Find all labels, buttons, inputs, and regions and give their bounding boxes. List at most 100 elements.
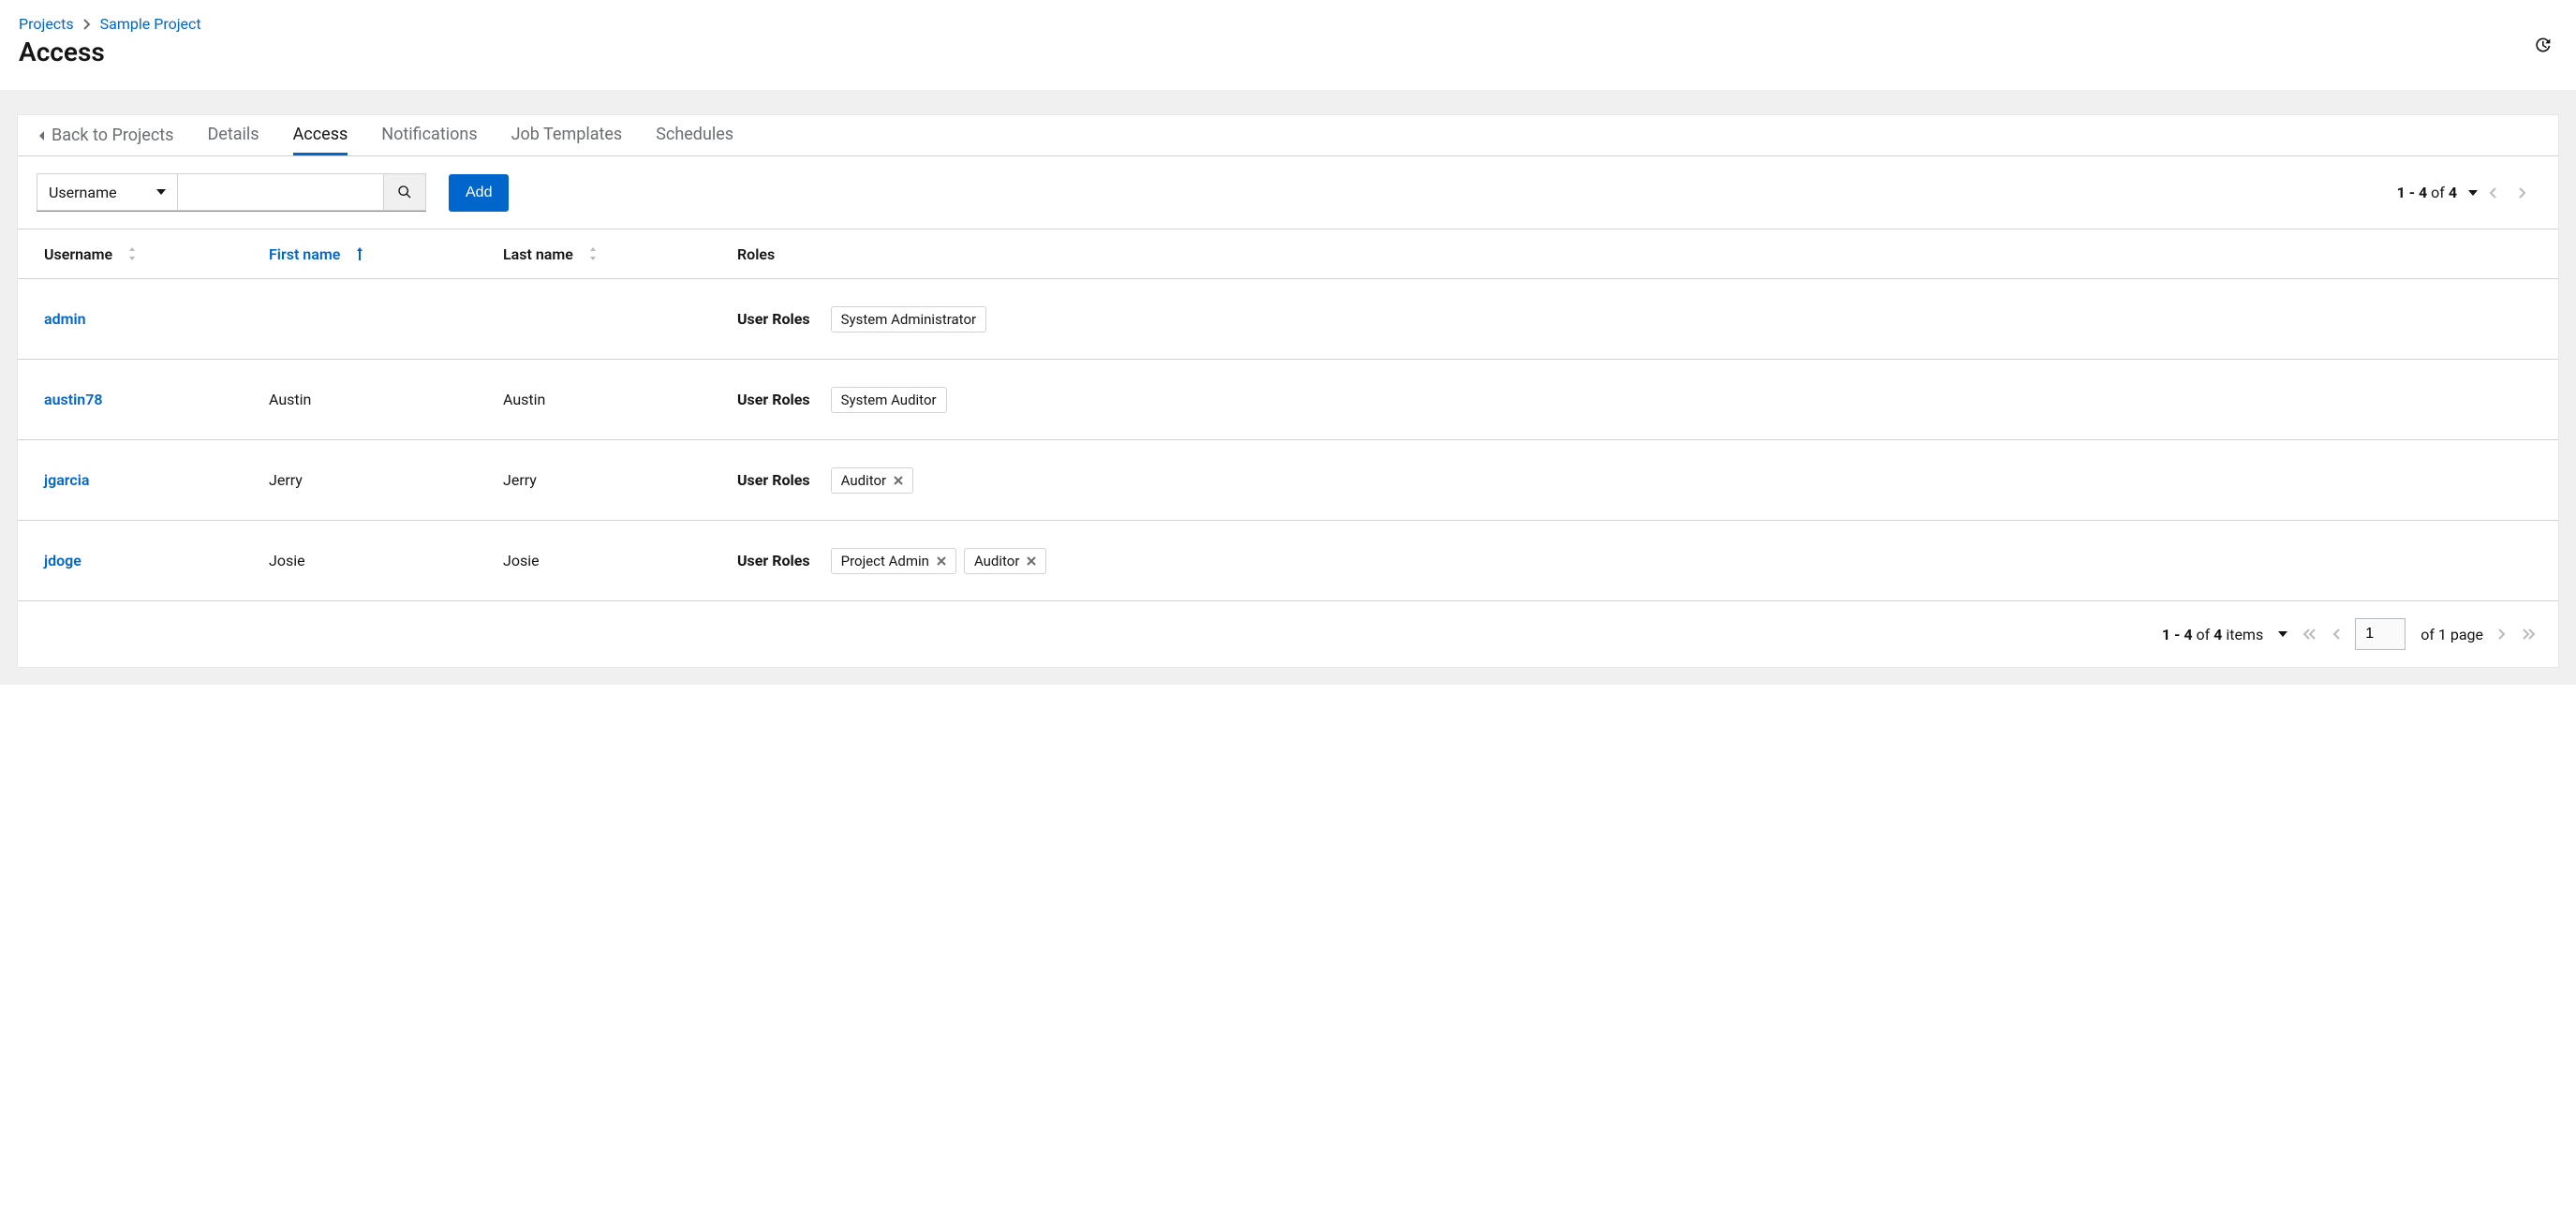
breadcrumb-root-link[interactable]: Projects bbox=[19, 15, 74, 33]
top-pager-menu[interactable] bbox=[2468, 190, 2478, 196]
role-chip-label: System Administrator bbox=[841, 311, 976, 328]
column-roles: Roles bbox=[737, 245, 2532, 263]
footer-pager: 1 - 4 of 4 items of 1 page bbox=[18, 601, 2558, 667]
filter-attribute-select[interactable]: Username bbox=[37, 173, 177, 211]
column-username-label: Username bbox=[44, 245, 112, 263]
table-row: jgarciaJerryJerryUser RolesAuditor bbox=[18, 440, 2558, 521]
user-roles-label: User Roles bbox=[737, 310, 810, 328]
top-pager-next[interactable] bbox=[2519, 187, 2538, 199]
username-link[interactable]: admin bbox=[44, 310, 86, 328]
double-chevron-right-icon bbox=[2523, 628, 2536, 640]
search-input[interactable] bbox=[177, 173, 383, 211]
role-chip-label: System Auditor bbox=[841, 392, 937, 408]
tab-job-templates[interactable]: Job Templates bbox=[511, 115, 623, 155]
top-pager-of: of bbox=[2431, 184, 2445, 201]
history-button[interactable] bbox=[2527, 30, 2557, 60]
tab-notifications[interactable]: Notifications bbox=[381, 115, 477, 155]
chevron-right-icon bbox=[83, 19, 91, 30]
close-icon bbox=[894, 476, 903, 485]
top-pager-prev[interactable] bbox=[2489, 187, 2508, 199]
page-number-input[interactable] bbox=[2355, 618, 2406, 650]
role-chip: Auditor bbox=[831, 467, 913, 494]
role-chip: System Auditor bbox=[831, 387, 947, 413]
role-chip-label: Auditor bbox=[974, 553, 1019, 569]
role-chip-label: Auditor bbox=[841, 472, 886, 489]
last-name-cell: Josie bbox=[503, 552, 737, 569]
search-icon bbox=[397, 185, 412, 200]
column-first-name[interactable]: First name bbox=[269, 245, 503, 263]
top-pager-range: 1 - 4 bbox=[2397, 184, 2428, 201]
user-roles-label: User Roles bbox=[737, 552, 810, 569]
footer-of: of bbox=[2197, 626, 2211, 643]
last-name-cell: Jerry bbox=[503, 471, 737, 489]
caret-down-icon bbox=[2468, 190, 2478, 196]
role-chip: Auditor bbox=[964, 548, 1046, 574]
user-roles-label: User Roles bbox=[737, 471, 810, 489]
footer-items-word: items bbox=[2226, 626, 2263, 643]
tab-access[interactable]: Access bbox=[293, 115, 348, 155]
add-button[interactable]: Add bbox=[449, 174, 509, 212]
page-total-text: of 1 page bbox=[2421, 626, 2483, 643]
last-page-button[interactable] bbox=[2523, 628, 2536, 640]
username-link[interactable]: jgarcia bbox=[44, 471, 89, 489]
table-row: admin User Roles System Administrator bbox=[18, 279, 2558, 360]
history-icon bbox=[2533, 35, 2552, 55]
top-pager: 1 - 4 of 4 bbox=[2397, 184, 2538, 201]
username-link[interactable]: jdoge bbox=[44, 552, 81, 569]
role-chip: System Administrator bbox=[831, 306, 986, 333]
sort-asc-icon bbox=[355, 247, 364, 260]
tab-schedules[interactable]: Schedules bbox=[656, 115, 733, 155]
back-to-projects-label: Back to Projects bbox=[52, 126, 173, 145]
tabs: Back to Projects Details Access Notifica… bbox=[18, 115, 2558, 156]
sort-icon bbox=[588, 247, 598, 260]
close-icon bbox=[937, 556, 946, 566]
remove-role-button[interactable] bbox=[937, 556, 946, 566]
search-button[interactable] bbox=[383, 173, 426, 211]
remove-role-button[interactable] bbox=[1027, 556, 1036, 566]
top-pager-total: 4 bbox=[2449, 184, 2457, 201]
username-link[interactable]: austin78 bbox=[44, 391, 103, 408]
column-username[interactable]: Username bbox=[44, 245, 269, 263]
caret-down-icon bbox=[2278, 631, 2287, 637]
first-page-button[interactable] bbox=[2302, 628, 2316, 640]
access-panel: Back to Projects Details Access Notifica… bbox=[17, 114, 2559, 668]
double-chevron-left-icon bbox=[2302, 628, 2316, 640]
footer-total: 4 bbox=[2213, 626, 2222, 643]
breadcrumb-current-link[interactable]: Sample Project bbox=[100, 15, 201, 33]
remove-role-button[interactable] bbox=[894, 476, 903, 485]
footer-items-menu[interactable] bbox=[2278, 631, 2287, 637]
role-chip-label: Project Admin bbox=[841, 553, 929, 569]
first-name-cell: Austin bbox=[269, 391, 503, 408]
prev-page-button[interactable] bbox=[2332, 628, 2340, 640]
table-row: jdogeJosieJosieUser RolesProject AdminAu… bbox=[18, 521, 2558, 601]
sort-icon bbox=[127, 247, 137, 260]
first-name-cell: Josie bbox=[269, 552, 503, 569]
last-name-cell: Austin bbox=[503, 391, 737, 408]
tab-details[interactable]: Details bbox=[207, 115, 259, 155]
user-roles-label: User Roles bbox=[737, 391, 810, 408]
caret-down-icon bbox=[156, 189, 166, 195]
footer-range: 1 - 4 bbox=[2162, 626, 2193, 643]
access-table: Username First name Last name bbox=[18, 229, 2558, 601]
first-name-cell: Jerry bbox=[269, 471, 503, 489]
chevron-right-icon bbox=[2498, 628, 2506, 640]
table-header: Username First name Last name bbox=[18, 229, 2558, 279]
breadcrumb: Projects Sample Project bbox=[19, 15, 2557, 33]
close-icon bbox=[1027, 556, 1036, 566]
filter-attribute-value: Username bbox=[49, 184, 117, 201]
column-roles-label: Roles bbox=[737, 245, 775, 263]
chevron-left-icon bbox=[2332, 628, 2340, 640]
filter-group: Username bbox=[37, 173, 426, 212]
table-row: austin78AustinAustinUser RolesSystem Aud… bbox=[18, 360, 2558, 440]
column-first-name-label: First name bbox=[269, 245, 340, 263]
next-page-button[interactable] bbox=[2498, 628, 2506, 640]
chevron-left-icon bbox=[2489, 187, 2496, 199]
column-last-name-label: Last name bbox=[503, 245, 573, 263]
caret-left-icon bbox=[38, 130, 46, 141]
page-title: Access bbox=[19, 37, 2557, 67]
chevron-right-icon bbox=[2519, 187, 2526, 199]
role-chip: Project Admin bbox=[831, 548, 956, 574]
back-to-projects-link[interactable]: Back to Projects bbox=[38, 126, 173, 145]
column-last-name[interactable]: Last name bbox=[503, 245, 737, 263]
toolbar: Username Add 1 - 4 of 4 bbox=[18, 156, 2558, 229]
